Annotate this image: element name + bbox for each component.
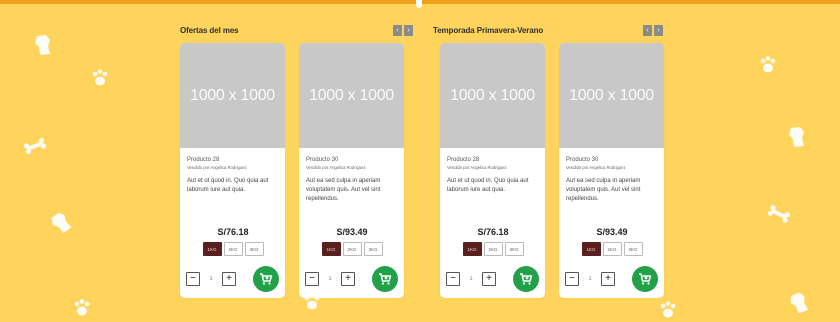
weight-options: 1KG 2KG 3KG xyxy=(306,242,398,256)
product-price: S/93.49 xyxy=(336,227,368,237)
weight-option-2kg[interactable]: 2KG xyxy=(223,242,243,256)
add-to-cart-button[interactable] xyxy=(253,266,279,292)
paw-icon xyxy=(92,69,108,86)
weight-options: 1KG 2KG 3KG xyxy=(447,242,539,256)
product-price: S/76.18 xyxy=(477,227,509,237)
section-header: Ofertas del mes ‹ › xyxy=(180,20,413,40)
carousel-nav: ‹ › xyxy=(643,24,663,36)
dog-icon xyxy=(51,212,72,234)
product-image[interactable]: 1000 x 1000 xyxy=(559,43,664,148)
cart-icon xyxy=(639,273,652,285)
quantity-input[interactable] xyxy=(579,272,601,286)
product-name[interactable]: Producto 28 xyxy=(187,156,279,164)
top-accent-bar xyxy=(0,0,840,8)
product-body: Producto 28 Vendido por Angelica Rodrigu… xyxy=(180,148,285,256)
weight-options: 1KG 2KG 3KG xyxy=(187,242,279,256)
product-card[interactable]: 1000 x 1000 Producto 30 Vendido por Ange… xyxy=(559,43,664,298)
quantity-input[interactable] xyxy=(200,272,222,286)
decrease-quantity-button[interactable]: − xyxy=(446,272,460,286)
bone-icon xyxy=(767,205,791,223)
product-name[interactable]: Producto 30 xyxy=(566,156,658,164)
product-body: Producto 30 Vendido por Angelica Rodrigu… xyxy=(559,148,664,256)
weight-option-1kg[interactable]: 1KG xyxy=(581,242,601,256)
dog-icon xyxy=(789,127,804,147)
product-name[interactable]: Producto 28 xyxy=(447,156,539,164)
product-seller: Vendido por Angelica Rodriguez xyxy=(187,165,247,170)
weight-option-3kg[interactable]: 3KG xyxy=(244,242,264,256)
increase-quantity-button[interactable]: + xyxy=(341,272,355,286)
product-seller: Vendido por Angelica Rodriguez xyxy=(566,165,626,170)
weight-option-3kg[interactable]: 3KG xyxy=(363,242,383,256)
cart-icon xyxy=(379,273,392,285)
quantity-stepper: − + xyxy=(565,272,615,286)
product-card[interactable]: 1000 x 1000 Producto 28 Vendido por Ange… xyxy=(440,43,545,298)
product-description: Aut ea sed culpa in aperiam voluptatem q… xyxy=(306,178,381,202)
product-image[interactable]: 1000 x 1000 xyxy=(180,43,285,148)
dog-icon xyxy=(790,292,809,314)
quantity-stepper: − + xyxy=(305,272,355,286)
product-name[interactable]: Producto 30 xyxy=(306,156,398,164)
decrease-quantity-button[interactable]: − xyxy=(565,272,579,286)
paw-icon xyxy=(760,56,776,73)
section-temporada-primavera-verano: Temporada Primavera-Verano ‹ › 1000 x 10… xyxy=(433,20,664,298)
weight-option-2kg[interactable]: 2KG xyxy=(602,242,622,256)
increase-quantity-button[interactable]: + xyxy=(482,272,496,286)
cart-icon xyxy=(520,273,533,285)
decrease-quantity-button[interactable]: − xyxy=(186,272,200,286)
section-ofertas-del-mes: Ofertas del mes ‹ › 1000 x 1000 Producto… xyxy=(180,20,413,298)
product-card[interactable]: 1000 x 1000 Producto 30 Vendido por Ange… xyxy=(299,43,404,298)
card-actions: − + xyxy=(305,266,398,292)
quantity-input[interactable] xyxy=(460,272,482,286)
increase-quantity-button[interactable]: + xyxy=(601,272,615,286)
carousel-next-button[interactable]: › xyxy=(404,24,413,36)
section-title: Temporada Primavera-Verano xyxy=(433,25,544,35)
weight-option-2kg[interactable]: 2KG xyxy=(342,242,362,256)
product-description: Aut ea sed culpa in aperiam voluptatem q… xyxy=(566,178,641,202)
product-price: S/93.49 xyxy=(596,227,628,237)
quantity-input[interactable] xyxy=(319,272,341,286)
decrease-quantity-button[interactable]: − xyxy=(305,272,319,286)
product-body: Producto 28 Vendido por Angelica Rodrigu… xyxy=(440,148,545,256)
section-header: Temporada Primavera-Verano ‹ › xyxy=(433,20,663,40)
card-actions: − + xyxy=(446,266,539,292)
weight-option-1kg[interactable]: 1KG xyxy=(321,242,341,256)
weight-option-2kg[interactable]: 2KG xyxy=(483,242,503,256)
add-to-cart-button[interactable] xyxy=(372,266,398,292)
product-seller: Vendido por Angelica Rodriguez xyxy=(447,165,507,170)
product-image[interactable]: 1000 x 1000 xyxy=(299,43,404,148)
add-to-cart-button[interactable] xyxy=(513,266,539,292)
product-seller: Vendido por Angelica Rodriguez xyxy=(306,165,366,170)
carousel-prev-button[interactable]: ‹ xyxy=(393,24,402,36)
card-actions: − + xyxy=(186,266,279,292)
product-description: Aut et ut quod in. Quo quia aut laborum … xyxy=(447,178,529,193)
cart-icon xyxy=(260,273,273,285)
product-image[interactable]: 1000 x 1000 xyxy=(440,43,545,148)
product-price: S/76.18 xyxy=(217,227,249,237)
weight-option-1kg[interactable]: 1KG xyxy=(462,242,482,256)
paw-icon xyxy=(660,301,676,318)
dog-icon xyxy=(35,35,50,55)
product-body: Producto 30 Vendido por Angelica Rodrigu… xyxy=(299,148,404,256)
paw-icon xyxy=(74,299,90,316)
product-card[interactable]: 1000 x 1000 Producto 28 Vendido por Ange… xyxy=(180,43,285,298)
add-to-cart-button[interactable] xyxy=(632,266,658,292)
card-actions: − + xyxy=(565,266,658,292)
section-title: Ofertas del mes xyxy=(180,25,239,35)
product-carousel: 1000 x 1000 Producto 28 Vendido por Ange… xyxy=(180,43,413,298)
increase-quantity-button[interactable]: + xyxy=(222,272,236,286)
carousel-nav: ‹ › xyxy=(393,24,413,36)
carousel-next-button[interactable]: › xyxy=(654,24,663,36)
weight-option-3kg[interactable]: 3KG xyxy=(504,242,524,256)
product-carousel: 1000 x 1000 Producto 28 Vendido por Ange… xyxy=(440,43,664,298)
carousel-prev-button[interactable]: ‹ xyxy=(643,24,652,36)
quantity-stepper: − + xyxy=(186,272,236,286)
weight-options: 1KG 2KG 3KG xyxy=(566,242,658,256)
quantity-stepper: − + xyxy=(446,272,496,286)
product-description: Aut et ut quod in. Quo quia aut laborum … xyxy=(187,178,269,193)
weight-option-3kg[interactable]: 3KG xyxy=(623,242,643,256)
bone-icon xyxy=(23,137,47,155)
weight-option-1kg[interactable]: 1KG xyxy=(202,242,222,256)
